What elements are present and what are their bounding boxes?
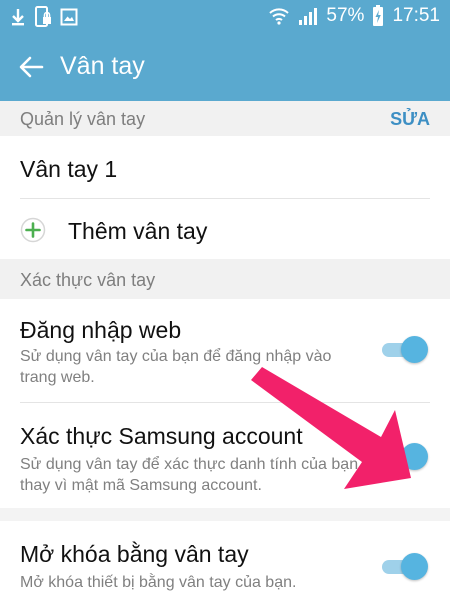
status-bar: 57% 17:51 (0, 0, 450, 34)
unlock-toggle[interactable] (378, 553, 428, 580)
fingerprint-item[interactable]: Vân tay 1 (0, 136, 450, 199)
edit-button[interactable]: SỬA (390, 109, 430, 130)
wifi-icon (269, 8, 290, 25)
samsung-account-item[interactable]: Xác thực Samsung account Sử dụng vân tay… (0, 403, 450, 508)
section-header-verify: Xác thực vân tay (0, 259, 450, 299)
battery-percent: 57% (326, 5, 365, 26)
section-header-manage: Quản lý vân tay SỬA (0, 101, 450, 136)
samsung-account-toggle[interactable] (378, 443, 428, 470)
unlock-item[interactable]: Mở khóa bằng vân tay Mở khóa thiết bị bằ… (0, 521, 450, 613)
samsung-account-description: Sử dụng vân tay để xác thực danh tính củ… (20, 456, 359, 494)
image-icon (60, 8, 78, 26)
fingerprint-label: Vân tay 1 (20, 156, 118, 182)
samsung-account-title: Xác thực Samsung account (20, 423, 303, 449)
toggle-thumb (401, 553, 428, 580)
web-signin-description: Sử dụng vân tay của bạn để đăng nhập vào… (20, 348, 332, 386)
web-signin-title: Đăng nhập web (20, 317, 182, 343)
unlock-title: Mở khóa bằng vân tay (20, 541, 249, 567)
clock: 17:51 (392, 5, 440, 26)
web-signin-item[interactable]: Đăng nhập web Sử dụng vân tay của bạn để… (0, 299, 450, 403)
status-icons-right: 57% 17:51 (268, 5, 440, 27)
toggle-thumb (401, 336, 428, 363)
app-bar: Vân tay (0, 34, 450, 101)
toggle-thumb (401, 443, 428, 470)
phone-lock-icon (35, 6, 51, 27)
download-icon (12, 9, 24, 26)
battery-icon (373, 5, 384, 26)
status-icons-left (10, 6, 78, 28)
page-title: Vân tay (60, 52, 145, 80)
section-label-manage: Quản lý vân tay (20, 109, 146, 129)
signal-icon (299, 8, 318, 25)
back-arrow-icon[interactable] (18, 54, 44, 80)
add-fingerprint-label: Thêm vân tay (68, 218, 208, 244)
plus-icon (20, 217, 46, 243)
section-label-verify: Xác thực vân tay (20, 270, 156, 290)
add-fingerprint-item[interactable]: Thêm vân tay (0, 199, 450, 259)
unlock-description: Mở khóa thiết bị bằng vân tay của bạn. (20, 574, 297, 591)
web-signin-toggle[interactable] (378, 336, 428, 363)
